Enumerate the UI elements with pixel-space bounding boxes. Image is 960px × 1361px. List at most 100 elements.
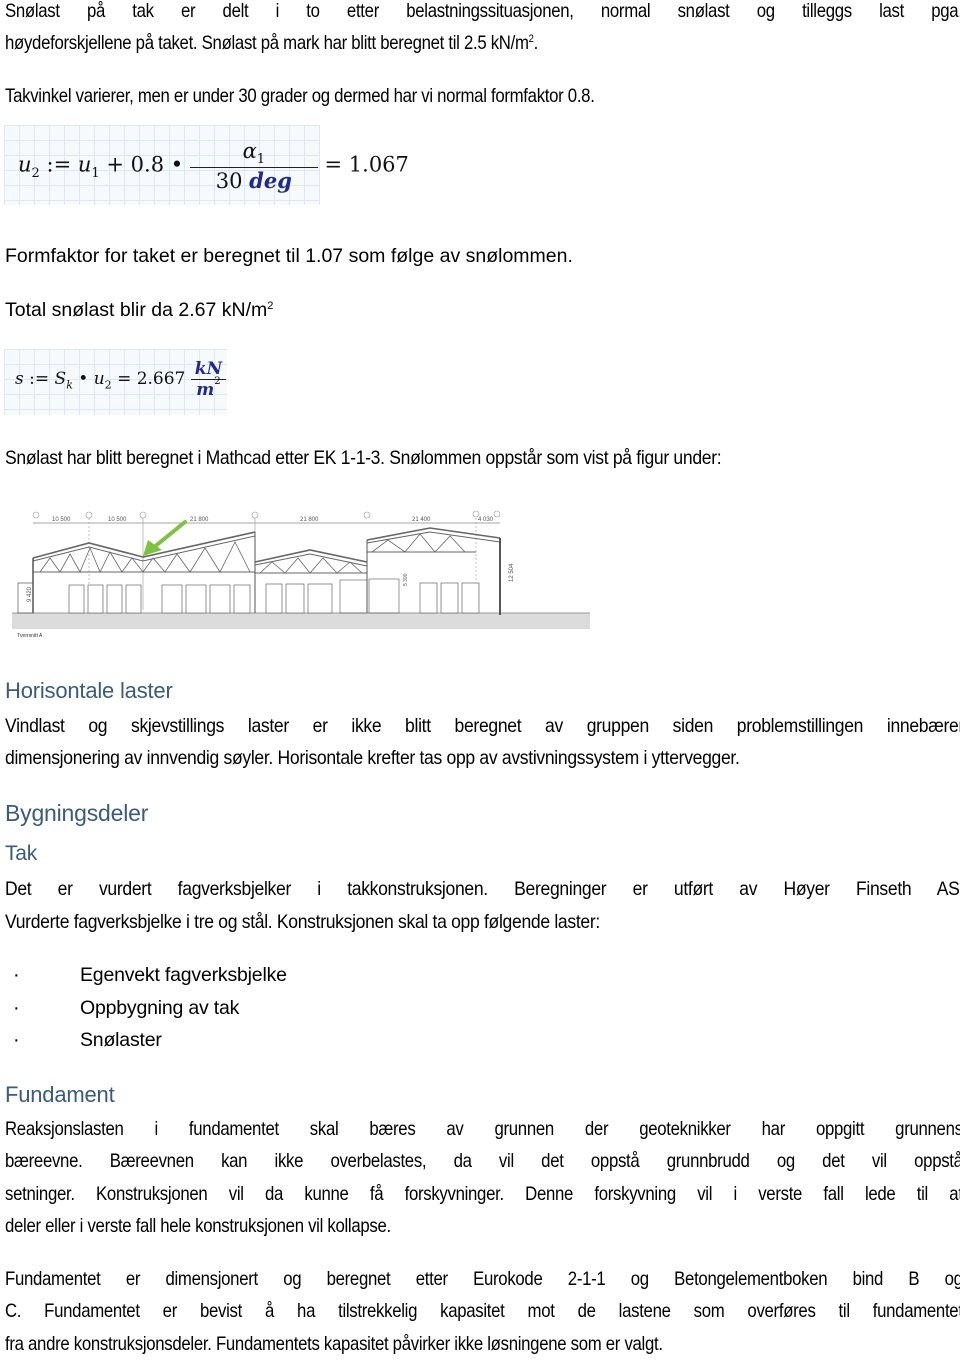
- intro-line-1: Snølast på tak er delt i to etter belast…: [5, 0, 960, 22]
- bullet-icon: ·: [13, 964, 20, 986]
- grid-marker: [251, 511, 259, 519]
- building-section-drawing: 10 500 10 500 21 800 21 800 21 400 4 030…: [12, 510, 590, 639]
- roof-trusses: [32, 527, 501, 574]
- height-label-mid: 5 390: [403, 573, 409, 586]
- unit-fraction: kN m2: [190, 359, 227, 400]
- partition: [339, 579, 368, 614]
- partition: [368, 578, 400, 614]
- fundament-p2-line-3: fra andre konstruksjonsdeler. Fundamente…: [5, 1333, 663, 1355]
- formula-assign: :=: [29, 369, 50, 389]
- dimension-label: 10 500: [52, 517, 71, 523]
- fraction-denominator: 30 deg: [189, 167, 318, 194]
- superscript: 2: [267, 300, 274, 312]
- formula-coef: 0.8: [130, 152, 165, 177]
- door: [265, 583, 283, 614]
- mathcad-paragraph: Snølast har blitt beregnet i Mathcad ett…: [5, 447, 722, 469]
- formula-op: •: [170, 152, 184, 177]
- door: [87, 584, 104, 614]
- formula-sub: k: [66, 378, 73, 392]
- intro-line-2-end: .: [533, 32, 539, 54]
- dimension-label: 21 400: [412, 517, 431, 523]
- fraction-numerator: α1: [190, 139, 318, 167]
- superscript: 2: [214, 376, 221, 387]
- mathcad-formula-u2: u2 := u1 + 0.8 • α1 30 deg = 1.067: [4, 125, 409, 205]
- formula-op: +: [106, 152, 124, 177]
- grid-marker: [85, 511, 93, 519]
- door: [461, 582, 480, 614]
- formula-var: s: [15, 369, 24, 389]
- grid-marker: [363, 511, 371, 519]
- fundament-p1-line-2: bæreevne. Bæreevnen kan ikke overbelaste…: [5, 1150, 960, 1172]
- formula-sub: 1: [256, 152, 266, 168]
- dimension-label: 4 030: [478, 517, 494, 523]
- alpha-symbol: α: [242, 139, 257, 163]
- dimension-label: 10 500: [108, 517, 127, 523]
- heading-fundament: Fundament: [5, 1082, 115, 1107]
- ground-strip: [12, 613, 590, 629]
- roof-top-chord: [254, 549, 368, 563]
- formula-u2-expression: u2 := u1 + 0.8 • α1 30 deg = 1.067: [18, 139, 409, 193]
- list-item-text: Snølaster: [80, 1029, 162, 1051]
- intro-line-2-text: høydeforskjellene på taket. Snølast på m…: [5, 32, 529, 54]
- fundament-p1-line-4: deler eller i verste fall hele konstruks…: [5, 1215, 391, 1237]
- total-text: Total snølast blir da 2.67 kN/m: [5, 299, 268, 321]
- horisontale-line-1: Vindlast og skjevstillings laster er ikk…: [5, 715, 960, 737]
- superscript: 2: [528, 33, 534, 45]
- formula-sub: 2: [31, 165, 40, 181]
- grid-marker: [493, 510, 501, 518]
- intro-line-2: høydeforskjellene på taket. Snølast på m…: [5, 27, 960, 60]
- drawing-caption: Tverrsnitt A: [17, 633, 43, 639]
- unit-denominator: m2: [190, 376, 227, 400]
- door: [285, 583, 305, 614]
- height-label-left: 9 420: [27, 586, 33, 602]
- heading-tak: Tak: [5, 842, 38, 865]
- list-item-text: Egenvekt fagverksbjelke: [80, 964, 287, 986]
- formula-op: •: [78, 369, 89, 389]
- door: [419, 582, 438, 614]
- formula-var: u: [77, 152, 92, 177]
- truss-diagonals: [259, 557, 363, 574]
- bullet-icon: ·: [13, 997, 20, 1019]
- door: [106, 584, 123, 614]
- bullet-icon: ·: [13, 1029, 20, 1051]
- door: [68, 584, 85, 614]
- fundament-p1-line-1: Reaksjonslasten i fundamentet skal bæres…: [5, 1118, 960, 1140]
- list-item-text: Oppbygning av tak: [80, 997, 240, 1019]
- total-snowload-paragraph: Total snølast blir da 2.67 kN/m2: [5, 294, 956, 327]
- formula-var: S: [54, 369, 67, 389]
- roof-top-chord-inner: [366, 531, 501, 544]
- formfaktor-paragraph: Formfaktor for taket er beregnet til 1.0…: [5, 245, 573, 267]
- fundament-p1-line-3: setninger. Konstruksjonen vil da kunne f…: [5, 1183, 960, 1205]
- formula-result: = 1.067: [324, 152, 409, 177]
- door: [125, 584, 142, 614]
- door: [161, 584, 183, 614]
- formula-var: u: [18, 152, 32, 177]
- formula-assign: :=: [46, 152, 72, 177]
- door: [233, 584, 251, 614]
- tak-line-1: Det er vurdert fagverksbjelker i takkons…: [5, 878, 960, 900]
- height-label-right: 12 504: [509, 563, 515, 582]
- door: [209, 584, 231, 614]
- heading-horisontale-laster: Horisontale laster: [5, 678, 173, 703]
- formula-fraction: α1 30 deg: [189, 139, 318, 194]
- den-unit: deg: [249, 168, 292, 194]
- formula-var: u: [93, 369, 105, 389]
- takvinkel-paragraph: Takvinkel varierer, men er under 30 grad…: [5, 85, 595, 107]
- dimension-label: 21 800: [190, 517, 209, 523]
- den-value: 30: [215, 169, 243, 194]
- door: [185, 584, 207, 614]
- unit-den-text: m: [196, 380, 215, 400]
- door: [307, 583, 333, 614]
- door: [440, 582, 459, 614]
- fundament-p2-line-2: C. Fundamentet er bevist å ha tilstrekke…: [5, 1300, 960, 1322]
- grid-marker: [139, 511, 147, 519]
- formula-s-expression: s := Sk • u2 = 2.667 kN m2: [15, 359, 227, 400]
- dimension-label: 21 800: [300, 517, 319, 523]
- mathcad-formula-s: s := Sk • u2 = 2.667 kN m2: [4, 349, 227, 415]
- formula-result: = 2.667: [117, 369, 186, 389]
- roof-top-chord: [366, 527, 501, 541]
- grid-marker: [32, 511, 40, 519]
- formula-sub: 2: [104, 378, 112, 392]
- doors: [68, 582, 480, 614]
- horisontale-line-2: dimensjonering av innvendig søyler. Hori…: [5, 747, 740, 769]
